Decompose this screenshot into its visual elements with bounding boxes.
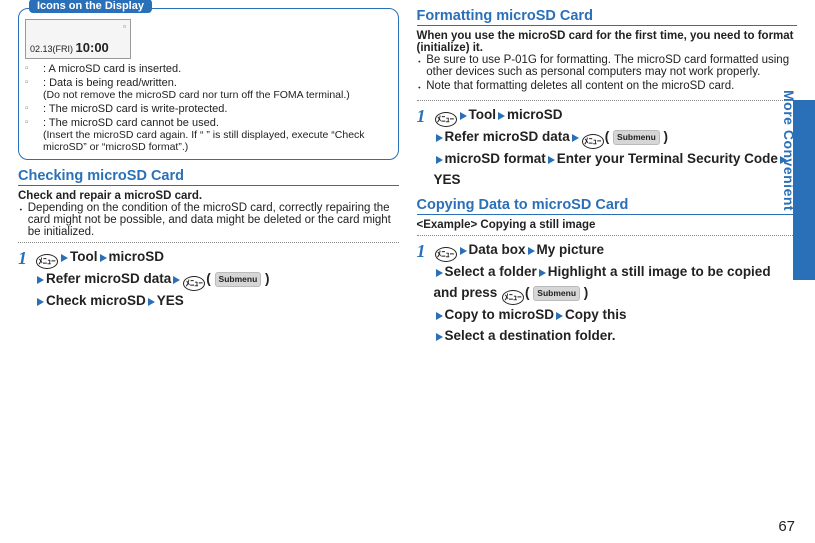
bullet-text: Note that formatting deletes all content… [426,80,734,96]
divider [417,235,798,236]
arrow-icon [460,247,467,255]
legend-text: : A microSD card is inserted. [43,63,392,75]
menu-button-icon: ﾒﾆｭｰ [435,247,457,262]
section-subtitle: Check and repair a microSD card. [18,190,399,202]
section-subtitle: When you use the microSD card for the fi… [417,30,798,54]
arrow-icon [148,298,155,306]
nav-selfolder: Select a folder [445,264,537,279]
nav-databox: Data box [469,242,526,257]
sd-lock-icon: ▫ [25,103,39,114]
sd-icon: ▫ [123,22,126,31]
side-label: More Convenient [781,90,797,211]
nav-copythis: Copy this [565,307,627,322]
menu-button-icon: ﾒﾆｭｰ [183,276,205,291]
section-title: Checking microSD Card [18,168,399,186]
submenu-button: Submenu [215,272,262,287]
nav-yes: YES [434,172,461,187]
nav-enter: Enter your Terminal Security Code [557,151,778,166]
nav-tool: Tool [70,249,98,264]
submenu-button: Submenu [533,286,580,301]
bullet-text: Be sure to use P-01G for formatting. The… [426,54,797,78]
arrow-icon [528,247,535,255]
phone-screenshot: ▫ 02.13(FRI) 10:00 [25,19,131,59]
phone-date: 02.13(FRI) [30,44,73,54]
legend-text: : The microSD card is write-protected. [43,103,392,115]
bullet: ･ Depending on the condition of the micr… [18,202,399,238]
nav-tool: Tool [469,107,497,122]
divider [417,100,798,101]
step-number: 1 [417,105,426,191]
arrow-icon [436,312,443,320]
menu-button-icon: ﾒﾆｭｰ [582,134,604,149]
legend-note: (Do not remove the microSD card nor turn… [43,89,392,101]
arrow-icon [556,312,563,320]
step-1: 1 ﾒﾆｭｰ Tool microSD Refer microSD data ﾒﾆｭｰ… [417,105,798,191]
nav-check: Check microSD [46,293,146,308]
step-1: 1 ﾒﾆｭｰ Data box My picture Select a folder… [417,240,798,347]
arrow-icon [173,276,180,284]
nav-microsd: microSD [507,107,563,122]
menu-button-icon: ﾒﾆｭｰ [502,290,524,305]
arrow-icon [436,134,443,142]
section-title: Formatting microSD Card [417,8,798,26]
step-number: 1 [417,240,426,347]
arrow-icon [436,156,443,164]
divider [18,242,399,243]
legend-text: : Data is being read/written. [43,77,392,89]
arrow-icon [436,333,443,341]
nav-seldest: Select a destination folder. [445,328,616,343]
page-number: 67 [778,518,795,535]
arrow-icon [548,156,555,164]
arrow-icon [100,254,107,262]
arrow-icon [460,112,467,120]
icons-display-box: Icons on the Display ▫ 02.13(FRI) 10:00 … [18,8,399,160]
arrow-icon [572,134,579,142]
arrow-icon [436,269,443,277]
nav-refer: Refer microSD data [445,129,570,144]
section-title: Copying Data to microSD Card [417,197,798,215]
step-number: 1 [18,247,27,312]
nav-microsd: microSD [109,249,165,264]
arrow-icon [61,254,68,262]
legend-note: (Insert the microSD card again. If “ ” i… [43,129,392,153]
nav-format: microSD format [445,151,546,166]
nav-refer: Refer microSD data [46,271,171,286]
legend-text: : The microSD card cannot be used. [43,117,392,129]
arrow-icon [498,112,505,120]
step-1: 1 ﾒﾆｭｰ Tool microSD Refer microSD data ﾒﾆｭｰ… [18,247,399,312]
sd-rw-icon: ▫ [25,77,39,88]
bullet-text: Depending on the condition of the microS… [28,202,399,238]
section-subtitle: <Example> Copying a still image [417,219,798,231]
icon-legend-list: ▫ : A microSD card is inserted. ▫ : Data… [25,63,392,153]
menu-button-icon: ﾒﾆｭｰ [435,112,457,127]
sd-error-icon: ▫ [25,117,39,128]
sd-icon: ▫ [25,63,39,74]
box-tab: Icons on the Display [29,0,152,13]
nav-yes: YES [157,293,184,308]
phone-time: 10:00 [76,40,109,55]
arrow-icon [37,298,44,306]
bullet: ･ Be sure to use P-01G for formatting. T… [417,54,798,78]
arrow-icon [539,269,546,277]
nav-mypic: My picture [537,242,605,257]
bullet: ･ Note that formatting deletes all conte… [417,80,798,96]
arrow-icon [37,276,44,284]
menu-button-icon: ﾒﾆｭｰ [36,254,58,269]
submenu-button: Submenu [613,130,660,145]
nav-copyto: Copy to microSD [445,307,555,322]
